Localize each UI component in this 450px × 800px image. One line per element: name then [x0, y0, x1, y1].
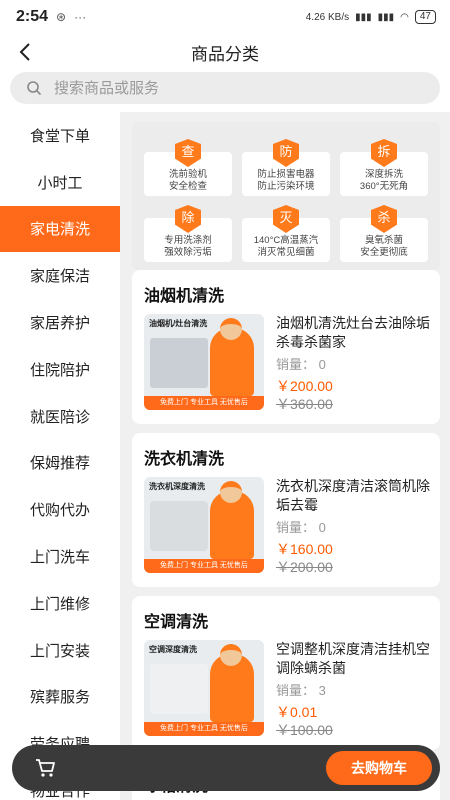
product-thumbnail[interactable]: 洗衣机深度清洗 免费上门 专业工具 无忧售后 — [144, 477, 264, 573]
current-price: ￥0.01 — [276, 704, 318, 720]
worker-head-image — [220, 481, 242, 503]
service-features-banner: 查 洗前验机 安全检查 防 防止损害电器 防止污染环境 拆 深度拆洗 360°无… — [132, 122, 440, 270]
sidebar-item-funeral[interactable]: 殡葬服务 — [0, 674, 120, 721]
search-input[interactable] — [54, 79, 384, 97]
feature-line: 洗前验机 — [168, 169, 207, 180]
feature-badge: 除 — [175, 205, 201, 233]
feature-line: 140°C高温蒸汽 — [253, 235, 319, 246]
feature-steam: 灭 140°C高温蒸汽 消灭常见细菌 — [242, 205, 330, 262]
search-area — [0, 70, 450, 112]
worker-head-image — [220, 318, 242, 340]
feature-badge: 查 — [175, 139, 201, 167]
product-thumbnail[interactable]: 油烟机/灶台清洗 免费上门 专业工具 无忧售后 — [144, 314, 264, 410]
status-icons: 4.26 KB/s ▮▮▮ ▮▮▮ ◠ 47 — [306, 10, 436, 24]
sidebar-item-hourly-worker[interactable]: 小时工 — [0, 159, 120, 206]
feature-badge: 防 — [273, 139, 299, 167]
sidebar-item-nanny[interactable]: 保姆推荐 — [0, 440, 120, 487]
feature-line: 消灭常见细菌 — [257, 247, 315, 258]
feature-line: 臭氧杀菌 — [364, 235, 403, 246]
thumbnail-label: 油烟机/灶台清洗 — [149, 319, 208, 328]
sidebar-item-home-cleaning[interactable]: 家庭保洁 — [0, 252, 120, 299]
section-title: 油烟机清洗 — [144, 288, 225, 305]
appliance-image — [150, 338, 208, 388]
feature-badge: 灭 — [273, 205, 299, 233]
sidebar-item-canteen[interactable]: 食堂下单 — [0, 112, 120, 159]
sales-count: 销量： 0 — [276, 520, 326, 535]
original-price: ￥200.00 — [276, 559, 333, 575]
sidebar-item-repair[interactable]: 上门维修 — [0, 580, 120, 627]
original-price: ￥360.00 — [276, 396, 333, 412]
feature-line: 专用洗涤剂 — [164, 235, 212, 246]
feature-badge: 杀 — [371, 205, 397, 233]
page-title: 商品分类 — [191, 44, 259, 64]
feature-line: 360°无死角 — [359, 181, 409, 192]
battery-indicator: 47 — [414, 10, 436, 24]
notification-icon: ⊛ — [56, 10, 67, 24]
signal-icon: ▮▮▮ — [355, 11, 372, 23]
sales-count: 销量： 3 — [276, 683, 326, 698]
sales-count: 销量： 0 — [276, 357, 326, 372]
sidebar-item-purchasing[interactable]: 代购代办 — [0, 486, 120, 533]
thumbnail-label: 洗衣机深度清洗 — [149, 482, 205, 491]
category-sidebar: 食堂下单 小时工 家电清洗 家庭保洁 家居养护 住院陪护 就医陪诊 保姆推荐 代… — [0, 112, 120, 800]
thumbnail-banner: 免费上门 专业工具 无忧售后 — [144, 396, 264, 410]
section-card-range-hood[interactable]: 油烟机清洗 油烟机/灶台清洗 免费上门 专业工具 无忧售后 油烟机清洗灶台去油除… — [132, 270, 440, 424]
feature-check: 查 洗前验机 安全检查 — [144, 139, 232, 196]
current-price: ￥200.00 — [276, 378, 333, 394]
sidebar-item-appliance-cleaning[interactable]: 家电清洗 — [0, 205, 120, 253]
feature-line: 强效除污垢 — [164, 247, 212, 258]
wifi-icon: ◠ — [400, 11, 409, 23]
signal-icon-2: ▮▮▮ — [377, 11, 395, 23]
thumbnail-label: 空调深度清洗 — [149, 645, 197, 654]
sidebar-item-medical-escort[interactable]: 就医陪诊 — [0, 393, 120, 440]
feature-remove: 除 专用洗涤剂 强效除污垢 — [144, 205, 232, 262]
product-name[interactable]: 洗衣机深度清洁滚筒机除垢去霉 — [276, 477, 430, 515]
feature-prevent: 防 防止损害电器 防止污染环境 — [242, 139, 330, 196]
thumbnail-banner: 免费上门 专业工具 无忧售后 — [144, 559, 264, 573]
more-dots-icon: ··· — [74, 10, 87, 24]
original-price: ￥100.00 — [276, 722, 333, 738]
feature-line: 深度拆洗 — [364, 169, 403, 180]
sidebar-item-home-care[interactable]: 家居养护 — [0, 299, 120, 346]
back-arrow-icon[interactable] — [14, 38, 38, 66]
thumbnail-banner: 免费上门 专业工具 无忧售后 — [144, 722, 264, 736]
product-content: 查 洗前验机 安全检查 防 防止损害电器 防止污染环境 拆 深度拆洗 360°无… — [120, 112, 450, 800]
product-thumbnail[interactable]: 空调深度清洗 免费上门 专业工具 无忧售后 — [144, 640, 264, 736]
product-name[interactable]: 空调整机深度清洁挂机空调除螨杀菌 — [276, 640, 430, 678]
section-card-washing-machine[interactable]: 洗衣机清洗 洗衣机深度清洗 免费上门 专业工具 无忧售后 洗衣机深度清洁滚筒机除… — [132, 433, 440, 587]
feature-badge: 拆 — [371, 139, 397, 167]
product-name[interactable]: 油烟机清洗灶台去油除垢杀毒杀菌家 — [276, 314, 430, 352]
appliance-image — [150, 501, 208, 551]
sidebar-item-car-wash[interactable]: 上门洗车 — [0, 533, 120, 580]
shopping-cart-icon[interactable] — [34, 757, 56, 779]
section-title: 洗衣机清洗 — [144, 451, 225, 468]
search-box[interactable] — [10, 72, 440, 104]
cart-bar: 去购物车 — [12, 745, 440, 791]
section-title: 空调清洗 — [144, 614, 209, 631]
current-price: ￥160.00 — [276, 541, 333, 557]
appliance-image — [150, 664, 208, 714]
search-icon — [27, 81, 42, 96]
feature-disassemble: 拆 深度拆洗 360°无死角 — [340, 139, 428, 196]
top-navbar: 商品分类 — [0, 34, 450, 70]
feature-ozone: 杀 臭氧杀菌 安全更彻底 — [340, 205, 428, 262]
status-bar: 2:54 ⊛ ··· 4.26 KB/s ▮▮▮ ▮▮▮ ◠ 47 — [0, 0, 450, 34]
clock: 2:54 — [16, 8, 49, 25]
sidebar-item-hospital-care[interactable]: 住院陪护 — [0, 346, 120, 393]
feature-line: 安全检查 — [168, 181, 207, 192]
worker-head-image — [220, 644, 242, 666]
network-speed: 4.26 KB/s — [305, 11, 350, 23]
sidebar-item-installation[interactable]: 上门安装 — [0, 627, 120, 674]
feature-line: 防止损害电器 — [257, 169, 315, 180]
feature-line: 安全更彻底 — [360, 247, 408, 258]
go-to-cart-button[interactable]: 去购物车 — [326, 751, 432, 785]
feature-line: 防止污染环境 — [257, 181, 315, 192]
section-card-air-conditioner[interactable]: 空调清洗 空调深度清洗 免费上门 专业工具 无忧售后 空调整机深度清洁挂机空调除… — [132, 596, 440, 750]
